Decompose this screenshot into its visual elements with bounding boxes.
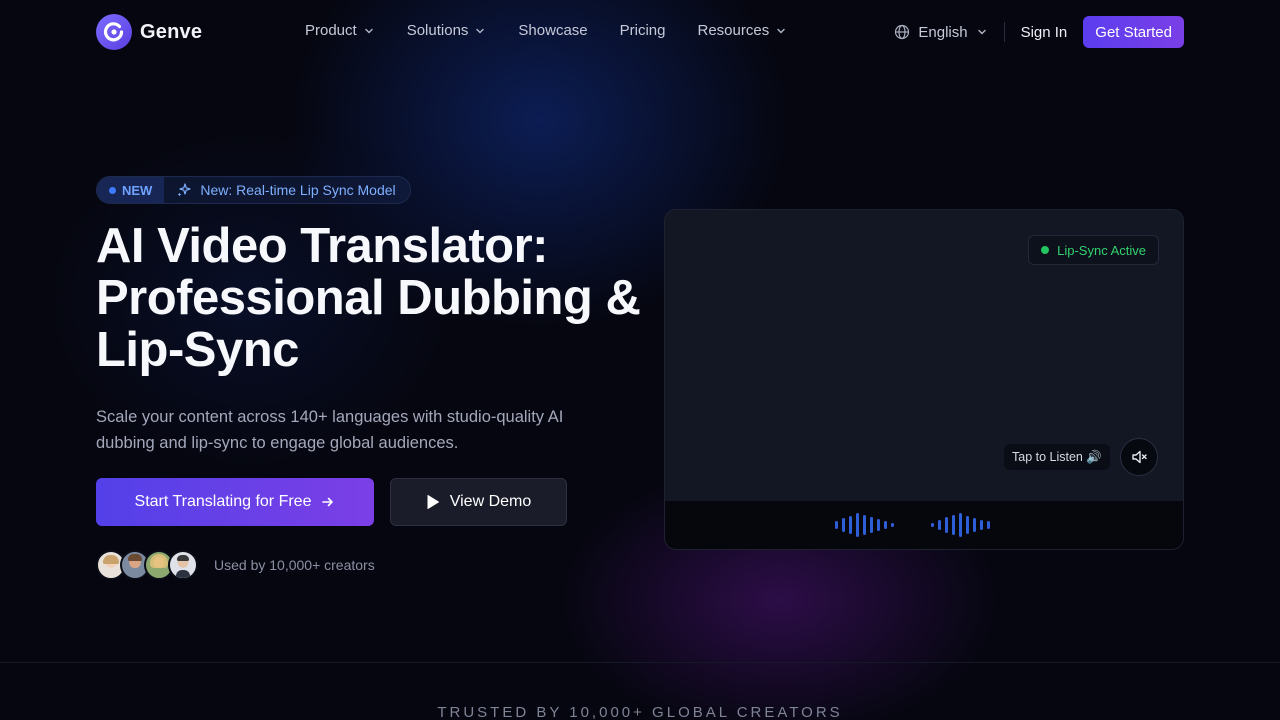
status-dot [1041,246,1050,254]
headline-line: Professional Dubbing & [96,271,641,325]
language-label: English [918,23,968,41]
social-proof: Used by 10,000+ creators [96,550,375,580]
nav-divider [1003,22,1005,42]
language-selector[interactable]: English [894,24,987,41]
menu-item-label: Product [305,22,357,39]
chevron-down-icon [476,28,485,33]
hero-headline: AI Video Translator: Professional Dubbin… [96,220,656,376]
menu-item-showcase[interactable]: Showcase [518,22,587,39]
menu-item-label: Pricing [619,22,666,39]
avatar-stack [96,550,198,580]
get-started-button[interactable]: Get Started [1083,16,1184,48]
menu-item-resources[interactable]: Resources [698,22,788,39]
unmute-button[interactable] [1120,438,1158,476]
new-tag-label: NEW [122,182,153,198]
sign-in-link[interactable]: Sign In [1021,24,1068,41]
lip-sync-status-label: Lip-Sync Active [1057,242,1146,258]
avatar [168,550,198,580]
top-nav: Genve Product Solutions Showcase Pricing… [0,0,1280,64]
view-demo-button[interactable]: View Demo [390,478,567,526]
cta-primary-label: Start Translating for Free [134,493,312,510]
menu-item-pricing[interactable]: Pricing [620,22,666,39]
sparkles-icon [177,183,191,197]
menu-item-label: Showcase [518,22,588,39]
menu-item-solutions[interactable]: Solutions [407,22,487,39]
brand-name: Genve [140,20,203,43]
video-preview[interactable]: Lip-Sync Active Tap to Listen 🔊 [664,209,1184,550]
cta-secondary-label: View Demo [449,493,532,510]
volume-muted-icon [1132,450,1147,464]
chevron-down-icon [977,29,986,35]
logo[interactable]: Genve [96,14,202,50]
menu-item-label: Solutions [406,22,469,39]
menu-item-product[interactable]: Product [305,22,375,39]
start-translating-button[interactable]: Start Translating for Free [96,478,374,526]
tap-to-listen-label: Tap to Listen 🔊 [1012,449,1102,464]
new-dot [109,186,116,194]
logo-mark-icon [96,14,132,50]
tap-to-listen-hint[interactable]: Tap to Listen 🔊 [1004,444,1110,470]
new-tag: NEW [97,177,165,203]
audio-waveform [665,501,1183,549]
social-proof-text: Used by 10,000+ creators [214,557,375,573]
landing-page: Genve Product Solutions Showcase Pricing… [0,0,1280,720]
menu-item-label: Resources [697,22,770,39]
section-divider [0,662,1280,663]
nav-actions: English Sign In Get Started [894,16,1184,48]
announcement-label: New: Real-time Lip Sync Model [200,182,396,198]
trusted-by-heading: TRUSTED BY 10,000+ GLOBAL CREATORS [437,704,843,720]
chevron-down-icon [364,28,373,33]
main-menu: Product Solutions Showcase Pricing Resou… [305,22,819,39]
lip-sync-status-badge: Lip-Sync Active [1028,235,1159,265]
announcement-badge[interactable]: NEW New: Real-time Lip Sync Model [96,176,411,204]
arrow-right-icon [322,497,334,507]
headline-line: AI Video Translator: [96,219,548,273]
waveform-icon [835,513,990,537]
play-icon [427,495,439,509]
headline-line: Lip-Sync [96,323,299,377]
hero-subtitle: Scale your content across 140+ languages… [96,408,564,452]
globe-icon [895,24,910,40]
announcement-text: New: Real-time Lip Sync Model [164,182,409,198]
chevron-down-icon [777,28,785,33]
